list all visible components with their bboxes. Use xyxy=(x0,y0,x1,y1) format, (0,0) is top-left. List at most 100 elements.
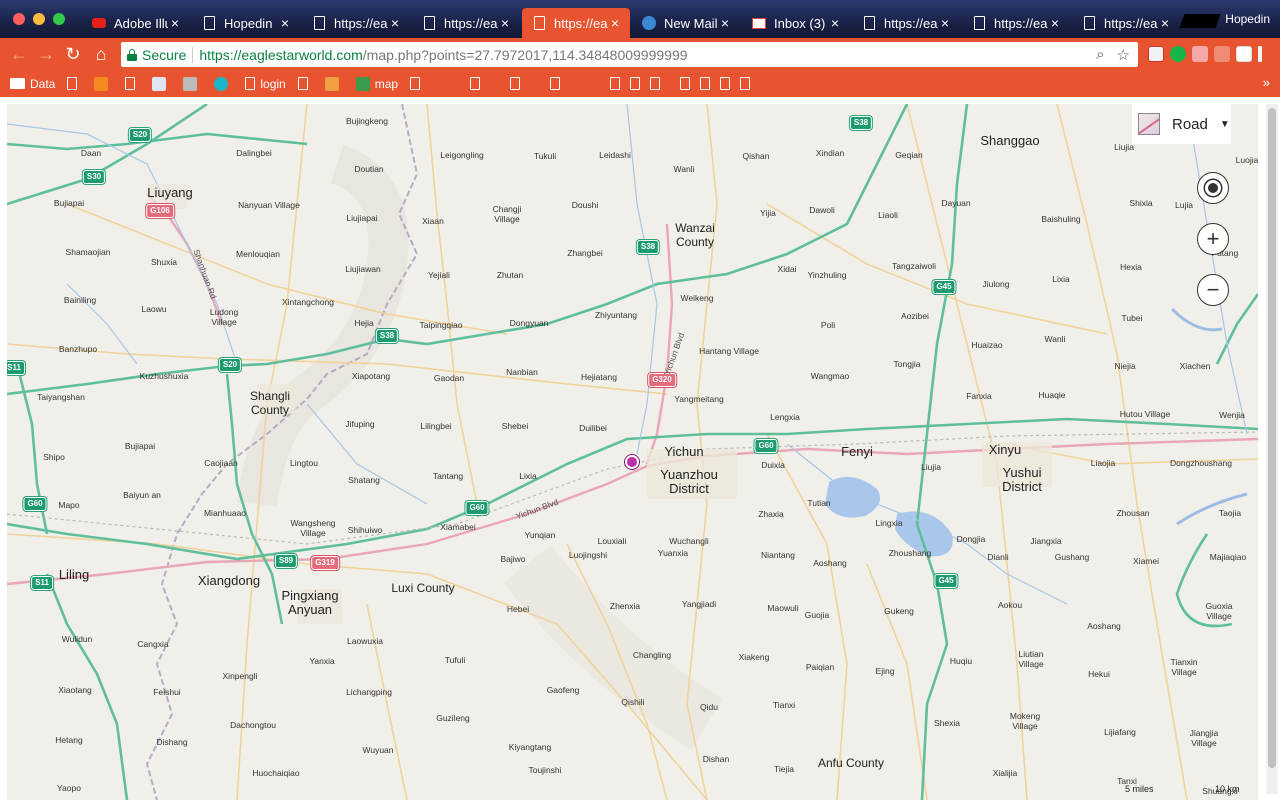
tab-close-button[interactable]: × xyxy=(1048,15,1062,31)
city-label-line: District xyxy=(1002,479,1042,494)
town-label-line: Village xyxy=(1012,721,1038,731)
bookmark-favicon-icon[interactable] xyxy=(630,77,641,90)
town-label: Feishui xyxy=(153,687,181,697)
town-label: Wangsheng Village xyxy=(290,518,335,538)
extension-icon[interactable] xyxy=(1148,46,1164,62)
extension-icon[interactable] xyxy=(1236,46,1252,62)
tab-close-button[interactable]: × xyxy=(498,15,512,31)
bookmark-app-icon xyxy=(94,76,109,91)
town-label: Liujia xyxy=(921,462,941,472)
tab[interactable]: https://ea × xyxy=(852,8,960,38)
town-label: Shamaojian xyxy=(65,247,111,257)
page-scrollbar[interactable] xyxy=(1266,104,1278,794)
locate-me-button[interactable] xyxy=(1197,172,1229,204)
town-label: Jifuping xyxy=(345,419,375,429)
bookmark-item[interactable]: Data xyxy=(10,77,55,91)
home-button[interactable]: ⌂ xyxy=(90,43,112,65)
window-close-button[interactable] xyxy=(13,13,25,25)
bookmark-favicon-icon[interactable] xyxy=(680,77,691,90)
tab[interactable]: Inbox (3) × xyxy=(742,8,850,38)
chrome-menu-icon[interactable] xyxy=(1258,46,1262,62)
bookmark-item[interactable] xyxy=(183,76,202,91)
bookmark-item[interactable] xyxy=(125,77,140,90)
bookmark-favicon-icon[interactable] xyxy=(510,77,521,90)
tab[interactable]: Adobe Illu × xyxy=(82,8,190,38)
tab-close-button[interactable]: × xyxy=(388,15,402,31)
reload-button[interactable]: ↻ xyxy=(62,43,84,65)
extension-icon[interactable] xyxy=(1214,46,1230,62)
tab[interactable]: https://ea × xyxy=(412,8,520,38)
city-label: Pingxiang Anyuan xyxy=(281,589,338,617)
tab[interactable]: Hopedin × xyxy=(192,8,300,38)
city-label-line: County xyxy=(250,403,290,417)
bookmark-favicon-icon[interactable] xyxy=(650,77,661,90)
bookmark-favicon-icon[interactable] xyxy=(610,77,621,90)
town-label: Taiyangshan xyxy=(37,392,85,402)
extension-icon[interactable] xyxy=(1192,46,1208,62)
bookmark-favicon-icon[interactable] xyxy=(550,77,561,90)
bookmark-item[interactable] xyxy=(67,77,82,90)
window-maximize-button[interactable] xyxy=(53,13,65,25)
bookmark-item[interactable] xyxy=(297,77,313,90)
town-label: Niejia xyxy=(1114,361,1136,371)
search-icon[interactable]: ⌕ xyxy=(1096,46,1104,64)
map-style-selector[interactable]: Road ▼ xyxy=(1132,104,1231,144)
bookmark-favicon-icon[interactable] xyxy=(740,77,751,90)
tab-title: https://ea xyxy=(444,15,498,31)
zoom-out-button[interactable]: − xyxy=(1197,274,1229,306)
town-label: Daan xyxy=(80,148,102,158)
tab-close-button[interactable]: × xyxy=(938,15,952,31)
city-label-line: Yushui xyxy=(1002,465,1042,480)
town-label: Jiulong xyxy=(982,279,1010,289)
map-canvas[interactable]: Yichun Yuanzhou District Fenyi Xinyu Yushui Di… xyxy=(7,104,1258,800)
document-icon xyxy=(297,77,308,90)
scrollbar-thumb[interactable] xyxy=(1268,108,1276,768)
tab[interactable]: https://ea × xyxy=(522,8,630,38)
tab[interactable]: https://ea × xyxy=(1072,8,1180,38)
tab-close-button[interactable]: × xyxy=(718,15,732,31)
city-label: Liuyang xyxy=(147,185,193,200)
tab-close-button[interactable]: × xyxy=(1158,15,1172,31)
highway-shield: S20 xyxy=(218,358,242,372)
tab[interactable]: https://ea × xyxy=(962,8,1070,38)
town-label: Dishang xyxy=(156,737,188,747)
tab-close-button[interactable]: × xyxy=(278,15,292,31)
tab-title: https://ea xyxy=(1104,15,1158,31)
town-label: Nanyuan Village xyxy=(238,200,300,210)
bookmark-item[interactable]: map xyxy=(355,76,398,91)
bookmark-item[interactable] xyxy=(152,76,171,91)
town-label: Gukeng xyxy=(884,606,914,616)
tab-close-button[interactable]: × xyxy=(168,15,182,31)
back-button[interactable]: ← xyxy=(8,43,30,65)
bookmark-favicon-icon[interactable] xyxy=(470,77,481,90)
bookmark-favicon-icon[interactable] xyxy=(700,77,711,90)
tab-close-button[interactable]: × xyxy=(828,15,842,31)
bookmark-favicon-icon[interactable] xyxy=(410,77,421,90)
bookmarks-overflow-button[interactable]: » xyxy=(1263,75,1270,90)
bookmark-favicon-icon[interactable] xyxy=(720,77,731,90)
window-minimize-button[interactable] xyxy=(33,13,45,25)
tab[interactable]: New Mail × xyxy=(632,8,740,38)
bookmark-item[interactable] xyxy=(94,76,113,91)
town-label-line: Changji xyxy=(492,204,522,214)
forward-button[interactable]: → xyxy=(35,43,57,65)
grammarly-icon[interactable] xyxy=(1170,46,1186,62)
tab-close-button[interactable]: × xyxy=(608,15,622,31)
bookmark-star-icon[interactable]: ☆ xyxy=(1117,46,1130,64)
new-tab-button[interactable] xyxy=(1179,14,1221,28)
lock-icon[interactable] xyxy=(127,48,137,61)
town-label: Hantang Village xyxy=(699,346,759,356)
document-icon xyxy=(312,16,326,30)
bookmark-item[interactable] xyxy=(214,76,233,91)
tab[interactable]: https://ea × xyxy=(302,8,410,38)
bookmark-item[interactable] xyxy=(324,76,344,91)
town-label: Geqian xyxy=(895,150,923,160)
town-label-line: Village xyxy=(1171,667,1197,677)
city-label-line: County xyxy=(675,235,715,249)
address-bar[interactable]: Secure https://eaglestarworld.com /map.p… xyxy=(121,42,1138,67)
town-label-line: Mokeng xyxy=(1009,711,1041,721)
zoom-in-button[interactable]: + xyxy=(1197,223,1229,255)
location-pin-marker[interactable] xyxy=(625,455,639,469)
profile-name[interactable]: Hopedin xyxy=(1225,12,1270,26)
bookmark-item[interactable]: login xyxy=(245,77,286,91)
